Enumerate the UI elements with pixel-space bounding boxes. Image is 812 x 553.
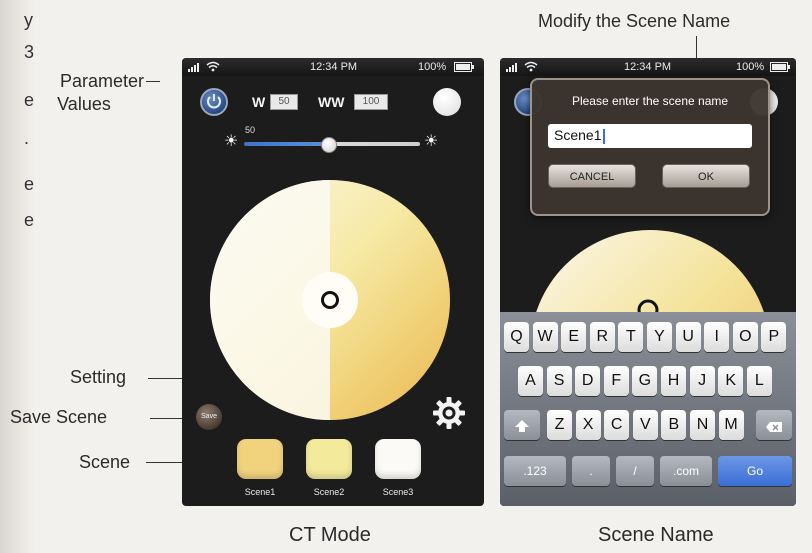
scene-name-dialog: Please enter the scene name Scene1 CANCE… xyxy=(530,78,770,216)
page-edge-letter: e xyxy=(24,174,35,194)
ct-mode-screen: 12:34 PM 100% W 50 WW 100 ☀ 50 ☀ Save Sc… xyxy=(182,58,484,506)
key-f[interactable]: F xyxy=(603,366,629,396)
brightness-low-icon: ☀ xyxy=(224,133,239,150)
wheel-ring xyxy=(534,230,766,318)
callout-setting: Setting xyxy=(70,367,127,387)
gear-icon[interactable] xyxy=(432,396,466,430)
callout-parameter-values-line1: Parameter xyxy=(59,71,144,91)
scene-name-screen: 12:34 PM 100% Please enter the scene nam… xyxy=(500,58,796,506)
w-value-field[interactable]: 50 xyxy=(270,94,298,110)
key-d[interactable]: D xyxy=(575,366,601,396)
key-l[interactable]: L xyxy=(746,366,772,396)
w-label: W xyxy=(252,94,266,110)
callout-save-scene: Save Scene xyxy=(10,407,108,427)
scene-1-button[interactable] xyxy=(237,439,283,479)
key-j[interactable]: J xyxy=(689,366,715,396)
cancel-button[interactable]: CANCEL xyxy=(548,164,636,188)
page-edge-letter: y xyxy=(24,10,33,30)
key-o[interactable]: O xyxy=(732,322,758,352)
page-edge-letter: 3 xyxy=(24,42,35,62)
callout-line xyxy=(146,81,160,82)
key-v[interactable]: V xyxy=(632,410,658,440)
page-edge-letter: e xyxy=(24,90,35,110)
shift-icon xyxy=(515,420,529,432)
key-e[interactable]: E xyxy=(561,322,587,352)
wifi-icon xyxy=(524,61,538,72)
callout-modify-scene-name: Modify the Scene Name xyxy=(538,11,731,31)
slash-key[interactable]: / xyxy=(616,456,654,486)
scene-3-label: Scene3 xyxy=(382,487,414,497)
scene-name-input-value: Scene1 xyxy=(554,127,602,143)
status-battery: 100% xyxy=(736,61,765,73)
numbers-key[interactable]: .123 xyxy=(504,456,566,486)
ww-label: WW xyxy=(318,94,345,110)
status-time: 12:34 PM xyxy=(310,61,358,73)
key-h[interactable]: H xyxy=(661,366,686,396)
page-edge xyxy=(0,0,36,553)
key-w[interactable]: W xyxy=(532,322,558,352)
wheel-selector[interactable] xyxy=(321,291,339,309)
key-r[interactable]: R xyxy=(589,322,615,352)
callout-scene: Scene xyxy=(79,452,131,472)
page-edge-letter: e xyxy=(24,210,35,230)
battery-icon xyxy=(454,62,474,72)
key-z[interactable]: Z xyxy=(547,410,572,440)
key-n[interactable]: N xyxy=(690,410,715,440)
signal-icon xyxy=(188,63,199,72)
save-scene-button[interactable]: Save xyxy=(196,404,222,430)
key-m[interactable]: M xyxy=(718,410,744,440)
scene-name-input[interactable]: Scene1 xyxy=(548,124,752,148)
text-cursor xyxy=(603,128,606,144)
key-b[interactable]: B xyxy=(661,410,687,440)
status-battery: 100% xyxy=(418,61,447,73)
ww-value-field[interactable]: 100 xyxy=(354,94,388,110)
power-button[interactable] xyxy=(200,88,228,116)
key-q[interactable]: Q xyxy=(504,322,529,352)
battery-icon xyxy=(770,62,790,72)
go-key[interactable]: Go xyxy=(718,456,792,486)
ok-button[interactable]: OK xyxy=(662,164,750,188)
status-bar: 12:34 PM 100% xyxy=(182,58,484,76)
shift-key[interactable] xyxy=(504,410,540,440)
dotcom-key[interactable]: .com xyxy=(660,456,712,486)
scene-2-label: Scene2 xyxy=(313,487,345,497)
brightness-slider-thumb[interactable] xyxy=(321,137,338,153)
period-key[interactable]: . xyxy=(572,456,610,486)
color-preview-button[interactable] xyxy=(433,88,461,116)
color-temperature-wheel xyxy=(534,230,766,318)
signal-icon xyxy=(506,63,517,72)
dialog-prompt: Please enter the scene name xyxy=(571,94,729,108)
status-bar: 12:34 PM 100% xyxy=(500,58,796,76)
page-edge-letter: . xyxy=(24,128,30,148)
keyboard: Q W E R T Y U I O P A S D F G H J K L Z X C V B N M .123. / .com Go xyxy=(500,312,796,506)
slider-value: 50 xyxy=(245,125,256,135)
scene-1-label: Scene1 xyxy=(244,487,276,497)
status-time: 12:34 PM xyxy=(624,61,672,73)
backspace-icon xyxy=(766,422,782,432)
backspace-key[interactable] xyxy=(756,410,792,440)
key-x[interactable]: X xyxy=(575,410,601,440)
key-c[interactable]: C xyxy=(604,410,630,440)
key-k[interactable]: K xyxy=(718,366,744,396)
key-a[interactable]: A xyxy=(518,366,543,396)
brightness-high-icon: ☀ xyxy=(424,133,439,150)
key-i[interactable]: I xyxy=(704,322,730,352)
wifi-icon xyxy=(206,61,220,72)
key-t[interactable]: T xyxy=(618,322,644,352)
key-u[interactable]: U xyxy=(675,322,701,352)
key-s[interactable]: S xyxy=(546,366,572,396)
key-y[interactable]: Y xyxy=(647,322,672,352)
caption-ct-mode: CT Mode xyxy=(289,524,371,546)
caption-scene-name: Scene Name xyxy=(598,524,714,546)
power-icon xyxy=(207,94,221,109)
key-p[interactable]: P xyxy=(761,322,787,352)
scene-2-button[interactable] xyxy=(306,439,352,479)
key-g[interactable]: G xyxy=(632,366,658,396)
callout-parameter-values-line2: Values xyxy=(57,94,111,114)
scene-3-button[interactable] xyxy=(375,439,421,479)
